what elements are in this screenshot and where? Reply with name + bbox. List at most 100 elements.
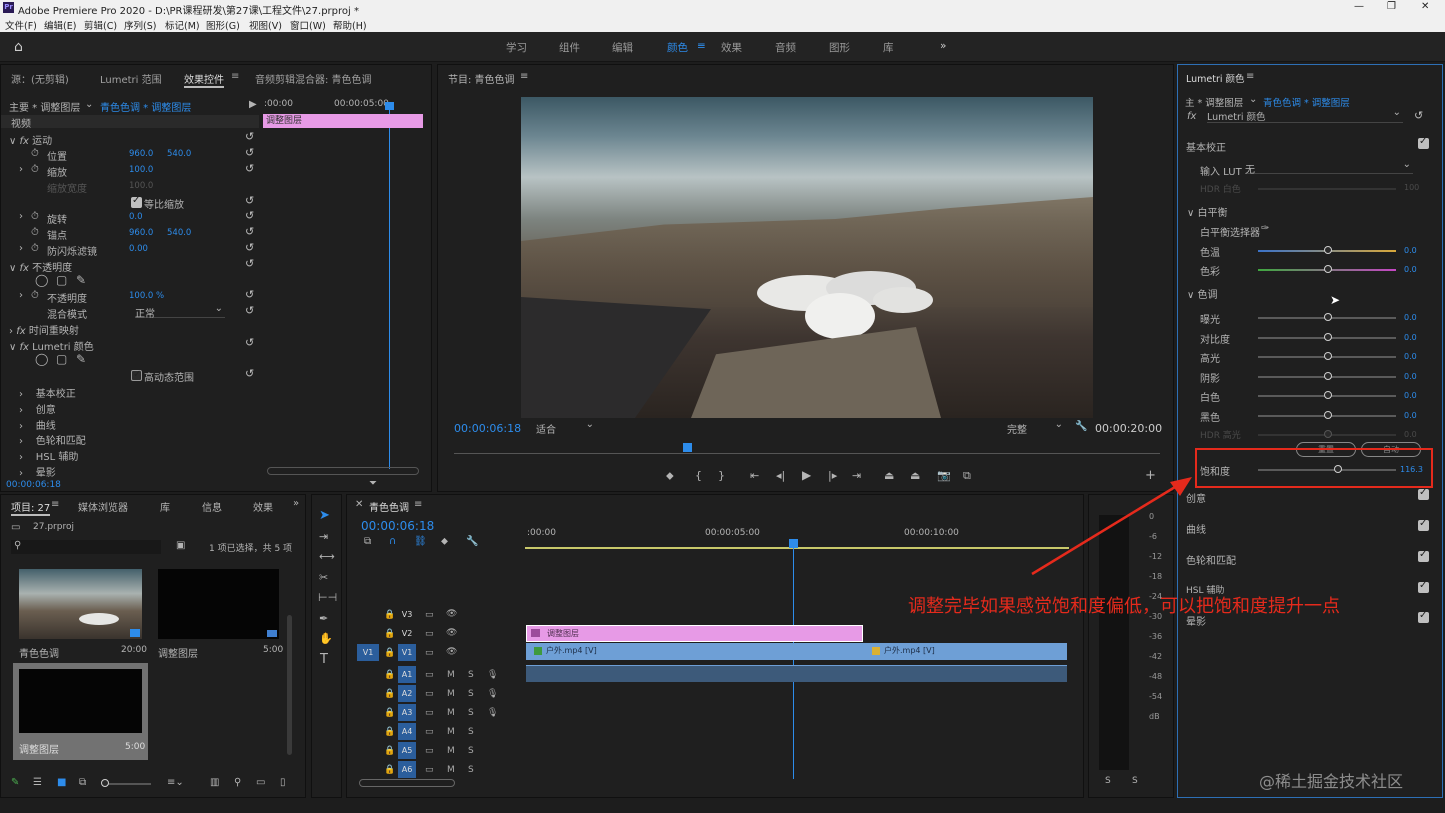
fx-time-remap[interactable]: › fx 时间重映射 bbox=[9, 322, 79, 337]
new-bin-icon[interactable]: ▭ bbox=[256, 777, 265, 788]
list-view-icon[interactable]: ☰ bbox=[33, 777, 42, 788]
uniform-scale-checkbox[interactable] bbox=[131, 195, 142, 208]
sync-icon[interactable]: ▭ bbox=[425, 727, 434, 737]
program-video-frame[interactable] bbox=[521, 97, 1093, 418]
reset-lumetri-icon[interactable]: ↺ bbox=[245, 336, 254, 349]
track-a4[interactable]: A4 bbox=[398, 723, 416, 740]
add-marker-icon[interactable]: ⬥ bbox=[441, 536, 448, 547]
maximize-button[interactable]: ❐ bbox=[1387, 1, 1396, 12]
zoom-slider-knob[interactable] bbox=[101, 779, 109, 787]
reset-anchor-icon[interactable]: ↺ bbox=[245, 225, 254, 238]
rotation-value[interactable]: 0.0 bbox=[129, 212, 143, 222]
step-back-icon[interactable]: ◂| bbox=[776, 469, 785, 482]
timeline-settings-icon[interactable]: 🔧 bbox=[466, 536, 478, 547]
microphone-icon[interactable]: 🎙 bbox=[487, 689, 498, 699]
reset-blend-icon[interactable]: ↺ bbox=[245, 304, 254, 317]
solo-left-button[interactable]: S bbox=[1105, 776, 1111, 786]
tone-header[interactable]: ∨ 色调 bbox=[1187, 286, 1218, 301]
project-search-input[interactable]: ⚲ bbox=[11, 540, 161, 554]
track-a3[interactable]: A3 bbox=[398, 704, 416, 721]
reset-rotation-icon[interactable]: ↺ bbox=[245, 209, 254, 222]
pencil-icon[interactable]: ✎ bbox=[11, 777, 19, 788]
track-a5[interactable]: A5 bbox=[398, 742, 416, 759]
project-item-thumb[interactable] bbox=[19, 569, 142, 639]
menu-clip[interactable]: 剪辑(C) bbox=[84, 18, 117, 32]
adjustment-layer-clip[interactable]: 调整图层 bbox=[526, 625, 863, 642]
zoom-fit-dropdown[interactable]: 适合 ⌄ bbox=[536, 419, 594, 436]
eye-icon[interactable]: 👁 bbox=[446, 628, 457, 638]
antiflicker-value[interactable]: 0.00 bbox=[129, 244, 148, 254]
linked-selection-icon[interactable]: ⛓ bbox=[414, 536, 427, 547]
mute-button[interactable]: M bbox=[447, 689, 455, 699]
new-item-icon[interactable]: ▯ bbox=[280, 777, 286, 788]
hdr-checkbox[interactable] bbox=[131, 369, 142, 381]
tint-value[interactable]: 0.0 bbox=[1404, 265, 1417, 274]
stopwatch-icon[interactable]: ⏱ bbox=[31, 211, 39, 222]
lumetri-effect-dropdown[interactable]: Lumetri 颜色 ⌄ bbox=[1207, 107, 1403, 123]
tone-slider-value[interactable]: 0.0 bbox=[1404, 333, 1417, 342]
creative-checkbox[interactable] bbox=[1418, 487, 1429, 500]
eye-icon[interactable]: 👁 bbox=[446, 647, 457, 657]
track-a2[interactable]: A2 bbox=[398, 685, 416, 702]
timeline-scroll-handle[interactable] bbox=[359, 779, 455, 787]
add-marker-icon[interactable]: ⬥ bbox=[666, 469, 674, 483]
zoom-slider[interactable] bbox=[103, 783, 151, 785]
section-creative[interactable]: › 创意 bbox=[19, 401, 56, 416]
track-select-tool-icon[interactable]: ⇥ bbox=[319, 530, 328, 543]
tab-project[interactable]: 项目: 27 bbox=[11, 499, 51, 516]
tone-slider-knob[interactable] bbox=[1324, 333, 1332, 341]
freeform-view-icon[interactable]: ⧉ bbox=[79, 777, 86, 788]
section-hsl[interactable]: › HSL 辅助 bbox=[19, 448, 78, 463]
lock-icon[interactable]: 🔒 bbox=[384, 629, 395, 639]
reset-hdr-icon[interactable]: ↺ bbox=[245, 367, 254, 380]
solo-right-button[interactable]: S bbox=[1132, 776, 1138, 786]
tone-slider-knob[interactable] bbox=[1324, 411, 1332, 419]
panel-menu-icon[interactable]: ≡ bbox=[231, 71, 239, 82]
solo-button[interactable]: S bbox=[468, 689, 474, 699]
section-wheels[interactable]: › 色轮和匹配 bbox=[19, 432, 86, 447]
sync-icon[interactable]: ▭ bbox=[425, 746, 434, 756]
razor-tool-icon[interactable]: ✂ bbox=[319, 571, 328, 584]
temperature-value[interactable]: 0.0 bbox=[1404, 246, 1417, 255]
rect-mask-icon[interactable]: ▢ bbox=[56, 352, 67, 366]
tab-info[interactable]: 信息 bbox=[202, 499, 222, 514]
menu-edit[interactable]: 编辑(E) bbox=[44, 18, 76, 32]
reset-opacity-group-icon[interactable]: ↺ bbox=[245, 257, 254, 270]
program-playhead[interactable] bbox=[683, 443, 692, 452]
reset-motion-icon[interactable]: ↺ bbox=[245, 130, 254, 143]
reset-position-icon[interactable]: ↺ bbox=[245, 146, 254, 159]
audio-clip[interactable] bbox=[526, 665, 1067, 682]
master-clip-label[interactable]: 主要 * 调整图层 bbox=[9, 99, 80, 114]
tab-libraries[interactable]: 库 bbox=[160, 499, 170, 514]
blend-mode-dropdown[interactable]: 正常 ⌄ bbox=[135, 303, 225, 320]
step-forward-icon[interactable]: |▸ bbox=[828, 469, 837, 482]
bin-icon[interactable]: ▣ bbox=[176, 540, 185, 551]
ellipse-mask-icon[interactable]: ◯ bbox=[35, 273, 48, 287]
ec-timecode[interactable]: 00:00:06:18 bbox=[6, 480, 61, 490]
workspace-menu-icon[interactable]: ≡ bbox=[697, 40, 706, 52]
expand-opacity-icon[interactable]: › bbox=[19, 290, 23, 301]
tab-lumetri-scopes[interactable]: Lumetri 范围 bbox=[100, 71, 162, 86]
mute-button[interactable]: M bbox=[447, 670, 455, 680]
tone-slider-knob[interactable] bbox=[1324, 391, 1332, 399]
position-x-value[interactable]: 960.0 bbox=[129, 149, 153, 159]
anchor-y-value[interactable]: 540.0 bbox=[167, 228, 191, 238]
slip-tool-icon[interactable]: ⊢⊣ bbox=[318, 591, 337, 604]
workspace-color[interactable]: 颜色 bbox=[667, 40, 688, 55]
play-only-icon[interactable]: ▶ bbox=[249, 99, 257, 110]
sync-icon[interactable]: ▭ bbox=[425, 670, 434, 680]
pen-mask-icon[interactable]: ✎ bbox=[76, 352, 86, 366]
tone-slider-value[interactable]: 0.0 bbox=[1404, 391, 1417, 400]
workspace-assembly[interactable]: 组件 bbox=[559, 40, 580, 55]
tint-knob[interactable] bbox=[1324, 265, 1332, 273]
menu-sequence[interactable]: 序列(S) bbox=[124, 18, 156, 32]
sync-icon[interactable]: ▭ bbox=[425, 708, 434, 718]
section-curves[interactable]: › 曲线 bbox=[19, 417, 56, 432]
workspace-editing[interactable]: 编辑 bbox=[612, 40, 633, 55]
solo-button[interactable]: S bbox=[468, 727, 474, 737]
film-icon[interactable]: ▭ bbox=[425, 629, 434, 639]
video-clip[interactable]: 户外.mp4 [V] bbox=[526, 643, 864, 660]
mute-button[interactable]: M bbox=[447, 765, 455, 775]
project-scrollbar[interactable] bbox=[287, 615, 292, 755]
lock-icon[interactable]: 🔒 bbox=[384, 648, 395, 658]
